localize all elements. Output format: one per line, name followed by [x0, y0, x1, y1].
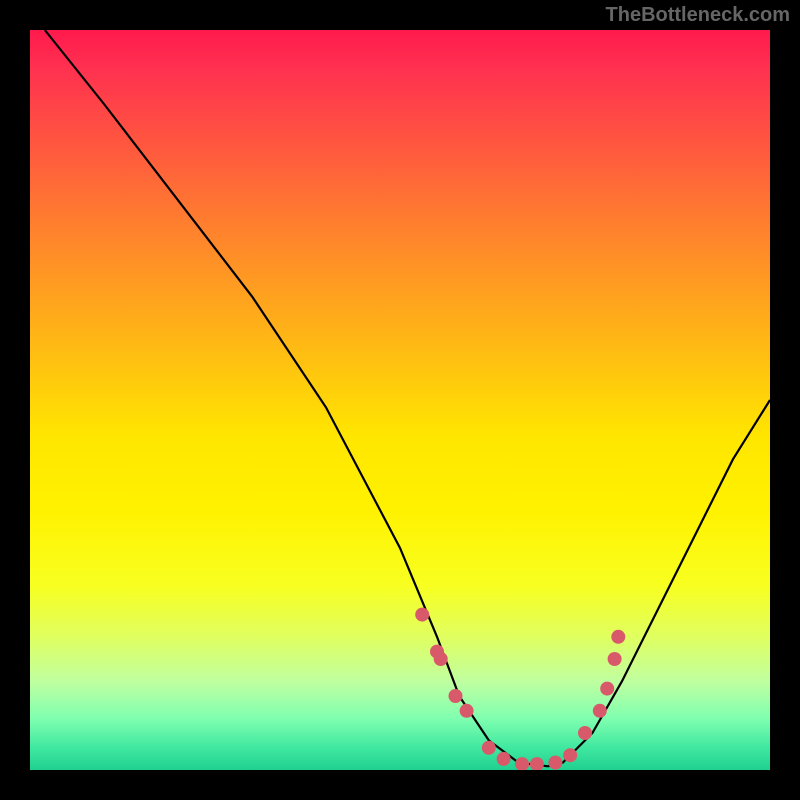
marker-dot: [530, 757, 544, 770]
marker-dot: [460, 704, 474, 718]
marker-dot: [449, 689, 463, 703]
highlight-dots: [415, 608, 625, 770]
plot-area: [30, 30, 770, 770]
marker-dot: [608, 652, 622, 666]
chart-svg: [30, 30, 770, 770]
marker-dot: [548, 756, 562, 770]
marker-dot: [593, 704, 607, 718]
watermark-text: TheBottleneck.com: [606, 4, 790, 27]
marker-dot: [611, 630, 625, 644]
marker-dot: [497, 752, 511, 766]
marker-dot: [578, 726, 592, 740]
marker-dot: [434, 652, 448, 666]
marker-dot: [515, 757, 529, 770]
chart-container: TheBottleneck.com: [0, 0, 800, 800]
marker-dot: [415, 608, 429, 622]
marker-dot: [482, 741, 496, 755]
marker-dot: [563, 748, 577, 762]
marker-dot: [600, 682, 614, 696]
bottleneck-curve: [45, 30, 770, 766]
